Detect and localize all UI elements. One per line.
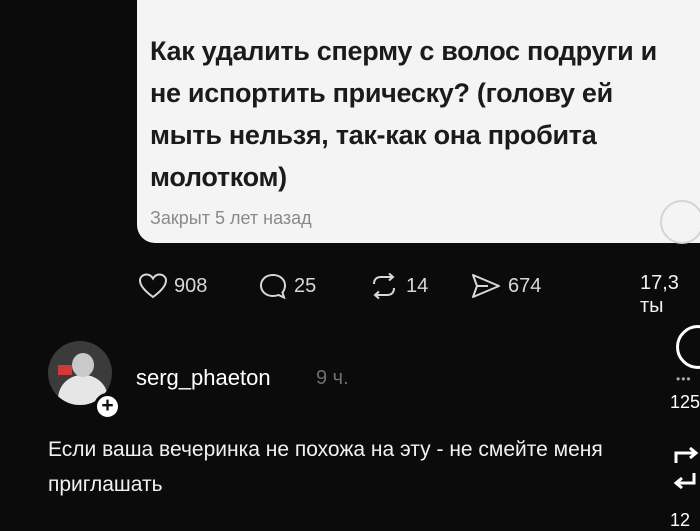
follow-button[interactable]: + [94, 393, 121, 420]
comment-button[interactable]: 25 [258, 272, 316, 300]
question-text: Как удалить сперму с волос подруги и не … [150, 36, 657, 192]
username[interactable]: serg_phaeton [136, 365, 271, 391]
comment-text: Если ваша вечеринка не похожа на эту - н… [48, 438, 603, 496]
share-button[interactable]: 674 [470, 272, 541, 300]
side-repost-count: 12 [670, 510, 691, 530]
views-count: 17,3 ты [640, 272, 679, 317]
side-repost-icon[interactable] [668, 445, 700, 493]
repost-count: 14 [406, 274, 429, 297]
share-count: 674 [508, 274, 542, 297]
closed-status: Закрыт 5 лет назад [150, 208, 312, 228]
side-comment-count: 125 [670, 392, 700, 412]
side-comment-icon[interactable] [676, 325, 700, 369]
repost-button[interactable]: 14 [368, 272, 428, 300]
like-button[interactable]: 908 [138, 272, 207, 300]
card-action-icon[interactable] [660, 200, 700, 244]
stats-bar: 908 25 14 674 [0, 272, 700, 302]
like-count: 908 [174, 274, 208, 297]
send-icon [472, 274, 500, 298]
timestamp: 9 ч. [316, 367, 349, 389]
repost-icon [373, 272, 395, 300]
heart-icon [138, 273, 168, 299]
comment-icon [259, 273, 287, 300]
comment-count: 25 [294, 274, 317, 297]
more-icon[interactable]: ••• [676, 372, 692, 386]
